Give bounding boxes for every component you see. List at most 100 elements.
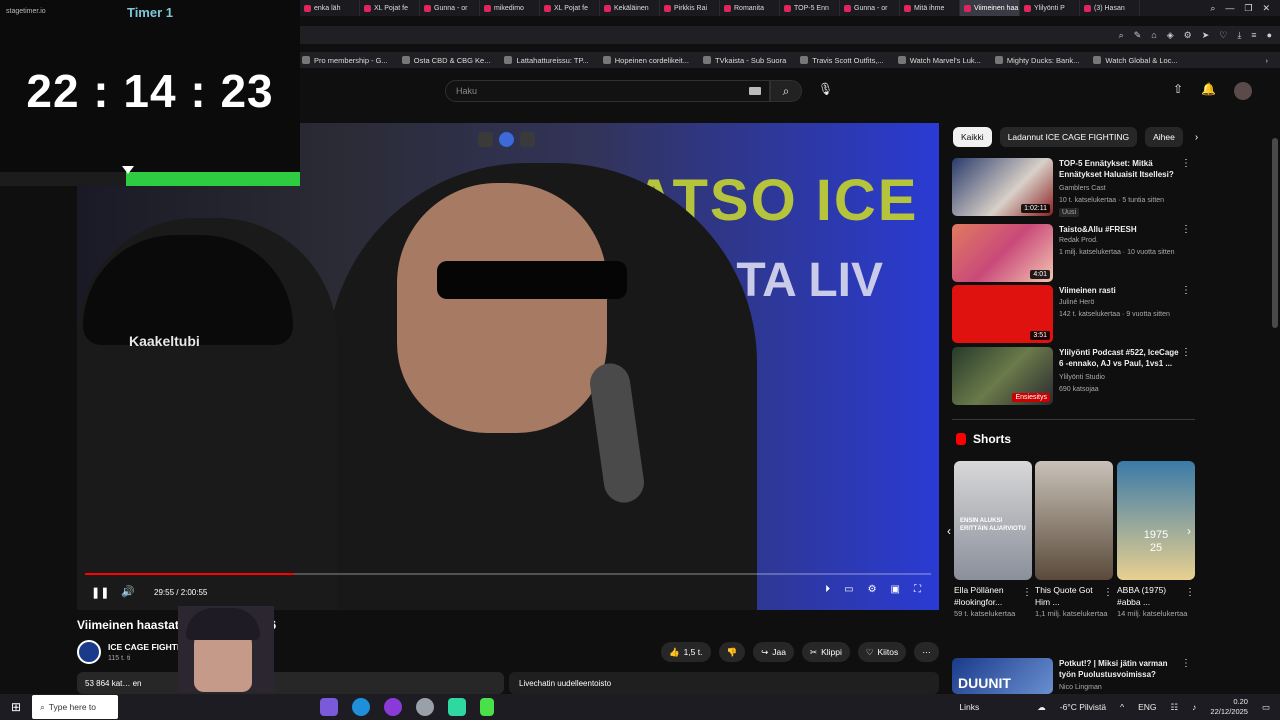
miniplayer-icon[interactable]: ▣ [891,584,900,595]
kebab-menu-icon[interactable]: ⋮ [1022,587,1032,598]
recommendation-thumbnail[interactable]: DUUNIT [952,658,1053,694]
taskbar-search[interactable]: ⌕ Type here to [32,695,118,719]
recommendation-title[interactable]: Potkut!? | Miksi jätin varman työn Puolu… [1059,658,1184,680]
links-toolbar[interactable]: Links [959,702,979,712]
browser-tab[interactable]: Viimeinen haa [960,0,1020,16]
description-box[interactable]: 53 864 kat… en [77,672,504,694]
recommendation-item[interactable]: 4:01 Taisto&Allu #FRESH Redak Prod. 1 mi… [952,224,1197,284]
profile-icon[interactable]: ● [1267,30,1272,40]
clip-button[interactable]: ✂ Klippi [801,642,850,662]
app-icon-1[interactable] [320,698,338,716]
bookmark-item[interactable]: Mighty Ducks: Bank... [994,56,1079,65]
search-tabs-icon[interactable]: ⌕ [1210,3,1215,14]
recommendation-thumbnail[interactable]: Ensiesitys [952,347,1053,405]
app-icon-4[interactable] [416,698,434,716]
bookmarks-more-icon[interactable]: › [1266,56,1280,65]
app-icon-6[interactable] [480,698,494,716]
bookmark-item[interactable]: Hopeinen cordelikeit... [602,56,689,65]
recommendation-title[interactable]: Ylilyönti Podcast #522, IceCage 6 -ennak… [1059,347,1184,369]
browser-tab[interactable]: Mitä ihme [900,0,960,16]
kebab-menu-icon[interactable]: ⋮ [1181,158,1191,169]
recommendation-thumbnail[interactable]: 1:02:11 [952,158,1053,216]
cloud-icon[interactable]: ☁ [1037,702,1046,713]
keyboard-icon[interactable] [749,87,761,95]
thanks-button[interactable]: ♡ Kiitos [857,642,907,662]
recommendation-item[interactable]: Ensiesitys Ylilyönti Podcast #522, IceCa… [952,347,1197,407]
bookmark-item[interactable]: Lattahattureissu: TP... [504,56,589,65]
kebab-menu-icon[interactable]: ⋮ [1103,587,1113,598]
browser-tab[interactable]: Gunna - or [420,0,480,16]
edge-icon[interactable] [352,698,370,716]
kebab-menu-icon[interactable]: ⋮ [1181,347,1191,358]
kebab-menu-icon[interactable]: ⋮ [1185,587,1195,598]
short-item[interactable]: This Quote Got Him ... 1,1 milj. katselu… [1035,461,1113,618]
notifications-icon[interactable]: 🔔 [1201,82,1216,100]
autoplay-icon[interactable]: ⏵ [825,584,830,595]
zoom-icon[interactable]: ⌕ [1119,30,1124,41]
recommendation-title[interactable]: Viimeinen rasti [1059,285,1184,296]
browser-tab[interactable]: XL Pojat fe [540,0,600,16]
more-actions-button[interactable]: ⋯ [914,642,939,662]
browser-tab[interactable]: Pirkkis Rai [660,0,720,16]
browser-tab[interactable]: enka läh [300,0,360,16]
bookmark-item[interactable]: Osta CBD & CBG Ke... [401,56,490,65]
download-icon[interactable]: ⤓ [1237,30,1241,41]
settings-icon[interactable]: ⚙ [868,584,877,595]
chat-replay-bar[interactable]: Livechatin uudelleentoisto [509,672,939,694]
language-indicator[interactable]: ENG [1138,702,1156,712]
short-item[interactable]: ENSIN ALUKSI ERITTÄIN ALIARVIOTU Ella Pö… [954,461,1032,618]
recommendation-item[interactable]: 1:02:11 TOP-5 Ennätykset: Mitkä Ennätyks… [952,158,1197,218]
fullscreen-icon[interactable]: ⛶ [914,584,921,595]
search-input[interactable]: Haku [445,80,770,102]
bookmark-item[interactable]: Watch Marvel's Luk... [897,56,981,65]
short-thumbnail[interactable]: ENSIN ALUKSI ERITTÄIN ALIARVIOTU [954,461,1032,580]
volume-tray-icon[interactable]: ♪ [1192,702,1196,712]
share-button[interactable]: ↪ Jaa [753,642,794,662]
short-thumbnail[interactable] [1035,461,1113,580]
notification-center-icon[interactable]: ▭ [1262,702,1270,713]
tray-arrow-icon[interactable]: ^ [1120,702,1124,712]
edit-icon[interactable]: ✎ [1134,30,1142,41]
subtitles-icon[interactable]: ▭ [844,584,853,595]
browser-tab[interactable]: TOP-5 Enn [780,0,840,16]
close-window-icon[interactable]: ✕ [1262,3,1270,14]
kebab-menu-icon[interactable]: ⋮ [1181,224,1191,235]
browser-tab[interactable]: Gunna - or [840,0,900,16]
send-icon[interactable]: ➤ [1202,30,1210,41]
short-title[interactable]: This Quote Got Him ... [1035,584,1101,608]
search-button[interactable]: ⌕ [770,80,802,102]
short-title[interactable]: ABBA (1975) #abba ... [1117,584,1183,608]
pause-button[interactable]: ❚❚ [91,586,109,599]
menu-icon[interactable]: ≡ [1251,30,1256,40]
recommendation-thumbnail[interactable]: 3:51 [952,285,1053,343]
recommendation-title[interactable]: TOP-5 Ennätykset: Mitkä Ennätykset Halua… [1059,158,1184,180]
recommendation-thumbnail[interactable]: 4:01 [952,224,1053,282]
shield-icon[interactable]: ◈ [1167,30,1174,41]
network-icon[interactable]: ☷ [1171,702,1179,713]
browser-tab[interactable]: XL Pojat fe [360,0,420,16]
share-overlay-icon[interactable] [499,132,514,147]
like-button[interactable]: 👍 1,5 t. [661,642,711,662]
chip-topic[interactable]: Aihee [1145,127,1183,147]
page-scrollbar[interactable] [1272,76,1278,676]
short-item[interactable]: 1975 25 ABBA (1975) #abba ... 14 milj. k… [1117,461,1195,618]
more-overlay-icon[interactable] [520,132,535,147]
bookmark-item[interactable]: Pro membership - G... [302,56,388,65]
video-player[interactable]: KATSO ICE C OSTA LIV Kaakeltubi [77,123,939,610]
short-title[interactable]: Ella Pöllänen #lookingfor... [954,584,1020,608]
app-icon-5[interactable] [448,698,466,716]
chip-channel[interactable]: Ladannut ICE CAGE FIGHTING [999,127,1138,147]
favorite-icon[interactable]: ♡ [1219,30,1227,41]
clock[interactable]: 0.20 22/12/2025 [1210,697,1248,717]
bookmark-item[interactable]: TVkaista - Sub Suora [702,56,786,65]
kebab-menu-icon[interactable]: ⋮ [1181,658,1191,669]
channel-name[interactable]: ICE CAGE FIGHTIN [108,642,185,652]
browser-tab[interactable]: Ylilyönti P [1020,0,1080,16]
windows-start-icon[interactable]: ⊞ [0,694,32,720]
microphone-icon[interactable]: 🎙 [818,82,833,96]
volume-icon[interactable]: 🔊 [121,585,135,598]
weather[interactable]: -6°C Pilvistä [1060,702,1106,712]
recommendation-title[interactable]: Taisto&Allu #FRESH [1059,224,1184,235]
browser-tab[interactable]: Kekäläinen [600,0,660,16]
browser-tab[interactable]: (3) Hasan [1080,0,1140,16]
